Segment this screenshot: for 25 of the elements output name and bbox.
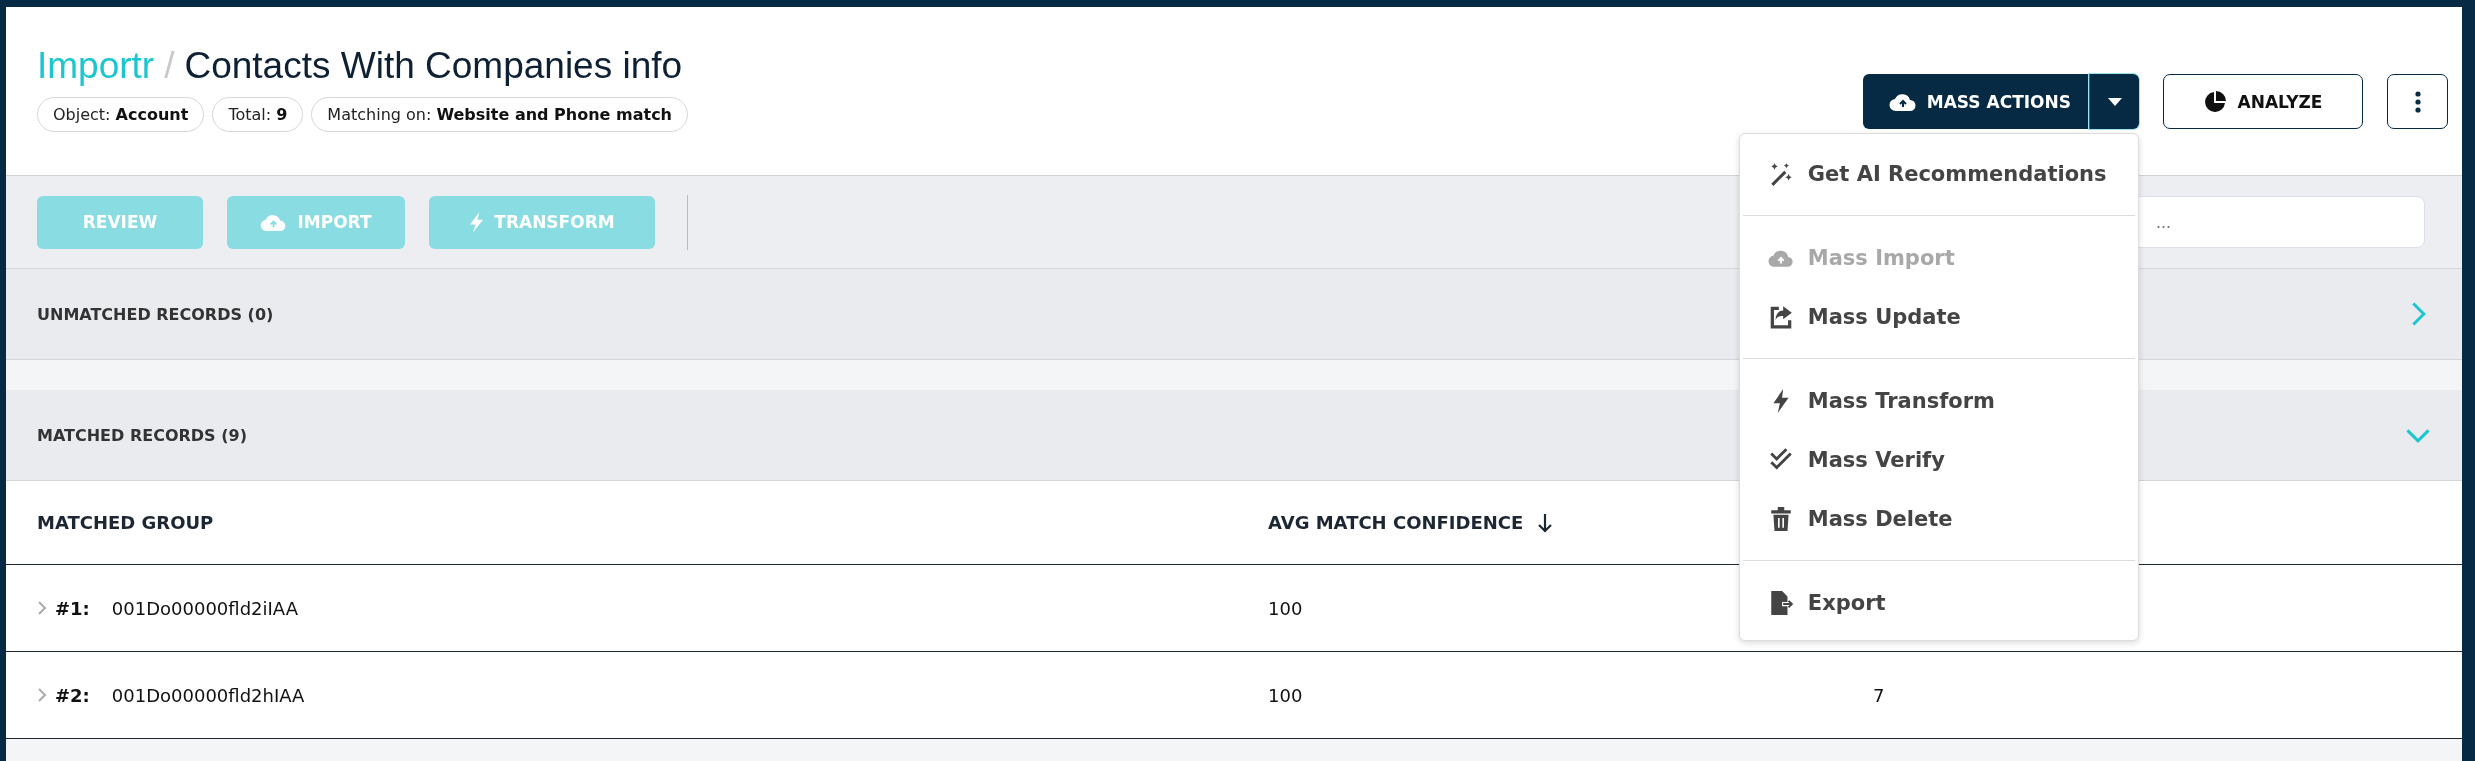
cloud-upload-icon — [260, 212, 288, 232]
page-title: Contacts With Companies info — [184, 45, 683, 87]
cloud-upload-icon — [1888, 91, 1917, 112]
analyze-button[interactable]: ANALYZE — [2163, 74, 2363, 129]
mass-actions-button[interactable]: MASS ACTIONS — [1862, 74, 2089, 129]
column-header[interactable]: AVG MATCH CONFIDENCE — [1268, 512, 1554, 533]
menu-item[interactable]: Mass Delete — [1739, 489, 2138, 548]
dropdown-button[interactable] — [2089, 74, 2139, 129]
table-cell: 100 — [1268, 684, 1303, 706]
menu-item[interactable]: Export — [1739, 573, 2138, 632]
group-number: #2: — [55, 684, 90, 706]
breadcrumb-separator: / — [164, 45, 175, 87]
table-cell: 7 — [1873, 684, 1885, 706]
menu-item[interactable]: Mass Update — [1739, 287, 2138, 346]
column-header[interactable]: MATCHED GROUP — [37, 512, 1268, 533]
more-options-button[interactable] — [2387, 74, 2448, 129]
sort-arrow-icon — [1537, 512, 1554, 533]
group-number: #1: — [55, 597, 90, 619]
bolt-icon — [469, 211, 485, 233]
table-cell: 100 — [1268, 597, 1303, 619]
caret-icon — [2107, 97, 2122, 106]
kebab-menu-icon — [2414, 90, 2421, 113]
record-id: 001Do00000fld2hIAA — [111, 684, 305, 706]
record-id: 001Do00000fld2iIAA — [111, 597, 298, 619]
pie-chart-icon — [2203, 90, 2226, 113]
